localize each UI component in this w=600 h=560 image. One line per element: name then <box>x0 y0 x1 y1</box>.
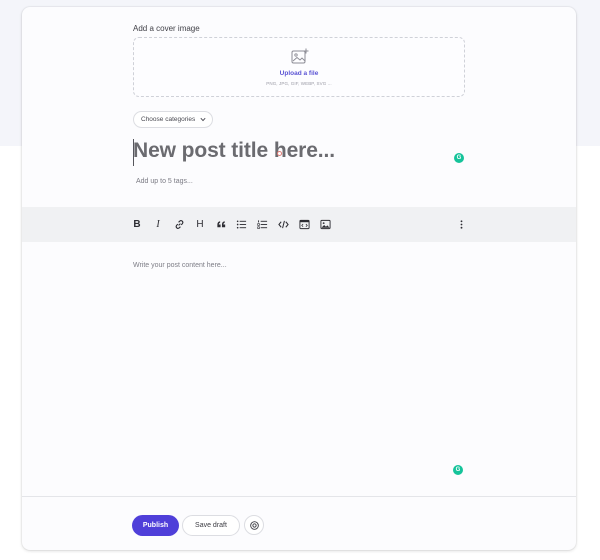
more-vertical-icon <box>460 219 462 229</box>
numbered-list-icon <box>256 219 267 229</box>
code-button[interactable] <box>274 215 292 233</box>
upload-file-link[interactable]: Upload a file <box>134 70 464 77</box>
publish-button[interactable]: Publish <box>132 515 179 536</box>
link-icon <box>175 219 183 229</box>
footer-divider <box>22 496 576 497</box>
bold-button[interactable]: B <box>128 215 146 233</box>
bullet-list-button[interactable] <box>232 215 250 233</box>
post-title-input[interactable]: New post title here... <box>133 139 433 167</box>
formatting-toolbar: B I H <box>22 207 576 242</box>
add-image-icon <box>291 48 309 64</box>
image-button[interactable] <box>316 215 334 233</box>
post-editor-card: Add a cover image Upload a file PNG, JPG… <box>22 7 576 550</box>
cover-image-dropzone[interactable]: Upload a file PNG, JPG, GIF, WEBP, SVG .… <box>133 37 465 97</box>
cursor-dot-icon <box>277 151 282 156</box>
grammarly-icon[interactable]: G <box>453 465 463 475</box>
choose-categories-dropdown[interactable]: Choose categories <box>133 111 213 128</box>
heading-button[interactable]: H <box>191 215 209 233</box>
quote-button[interactable] <box>212 215 230 233</box>
post-settings-button[interactable] <box>244 515 264 535</box>
grammarly-icon[interactable]: G <box>454 153 464 163</box>
italic-icon: I <box>156 218 160 230</box>
quote-icon <box>216 220 225 227</box>
post-body-input[interactable]: Write your post content here... <box>133 262 227 269</box>
code-icon <box>277 220 289 228</box>
code-block-icon <box>298 219 310 229</box>
image-icon <box>319 219 331 229</box>
cover-image-label: Add a cover image <box>133 24 200 33</box>
choose-categories-label: Choose categories <box>141 116 196 123</box>
save-draft-button[interactable]: Save draft <box>182 515 240 536</box>
italic-button[interactable]: I <box>149 215 167 233</box>
chevron-down-icon <box>200 117 206 122</box>
code-block-button[interactable] <box>295 215 313 233</box>
gear-icon <box>249 520 259 530</box>
heading-icon: H <box>196 218 204 230</box>
more-options-button[interactable] <box>452 215 470 233</box>
bullet-list-icon <box>236 219 246 229</box>
link-button[interactable] <box>170 215 188 233</box>
numbered-list-button[interactable] <box>253 215 271 233</box>
allowed-formats-text: PNG, JPG, GIF, WEBP, SVG ... <box>266 81 332 86</box>
bold-icon: B <box>133 218 141 230</box>
tags-input[interactable]: Add up to 5 tags... <box>136 178 193 185</box>
text-caret <box>133 139 134 166</box>
